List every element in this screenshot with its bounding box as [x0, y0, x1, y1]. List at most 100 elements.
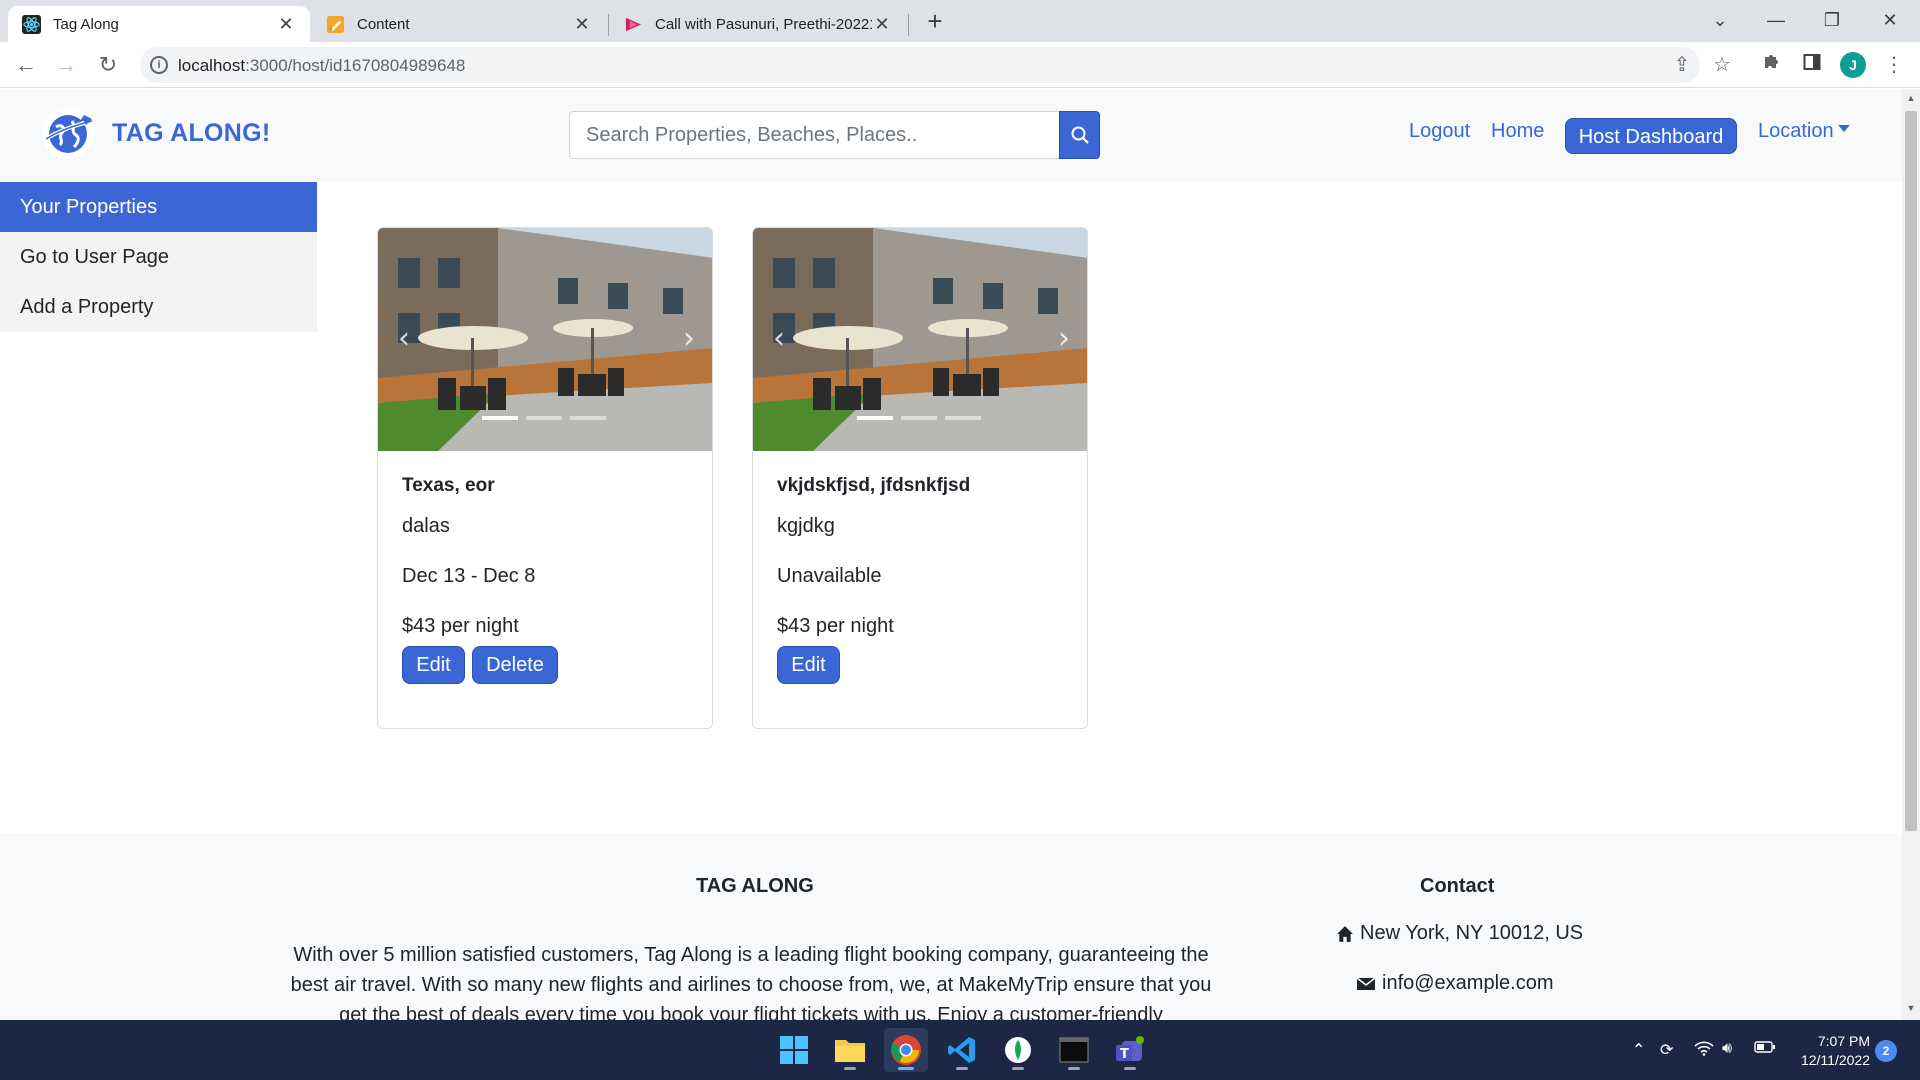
envelope-icon [1356, 976, 1376, 990]
recording-icon [624, 15, 643, 34]
browser-tab-strip: Tag Along ✕ Content ✕ Call with Pasunuri… [0, 0, 1920, 42]
sidebar-item-go-to-user-page[interactable]: Go to User Page [0, 232, 317, 282]
clock-time: 7:07 PM [1817, 1033, 1870, 1049]
globe-plane-logo-icon[interactable] [40, 105, 96, 161]
reload-icon[interactable]: ↻ [94, 51, 122, 79]
tab-divider [908, 14, 909, 36]
bookmark-star-icon[interactable]: ☆ [1708, 51, 1736, 79]
forward-arrow-icon[interactable]: → [52, 51, 80, 79]
svg-text:T: T [1120, 1047, 1129, 1062]
scroll-up-arrow-icon[interactable]: ▲ [1906, 93, 1916, 103]
footer-description: With over 5 million satisfied customers,… [290, 944, 1212, 1020]
file-explorer-icon[interactable] [828, 1028, 872, 1072]
clock-date: 12/11/2022 [1800, 1052, 1870, 1068]
footer-email: info@example.com [1356, 972, 1553, 995]
close-icon[interactable]: ✕ [276, 14, 296, 35]
property-image-carousel: ‹ › [753, 228, 1087, 451]
running-indicator [1012, 1067, 1024, 1070]
side-panel-icon[interactable] [1798, 51, 1826, 79]
browser-tab-call[interactable]: Call with Pasunuri, Preethi-2022121 ✕ [610, 6, 906, 42]
new-tab-plus-icon[interactable]: + [920, 8, 950, 36]
notes-icon [326, 15, 345, 34]
tab-search-chevron-icon[interactable]: ⌄ [1700, 4, 1740, 36]
search-input[interactable] [569, 111, 1060, 159]
url-host: localhost [178, 56, 246, 75]
footer-contact-title: Contact [1420, 875, 1495, 897]
patio-photo: ‹ › [378, 228, 712, 451]
property-city: dalas [402, 515, 450, 537]
tab-title: Content [357, 15, 410, 33]
url-path: :3000/host/id1670804989648 [245, 56, 466, 75]
running-indicator [898, 1067, 914, 1070]
url-text: localhost:3000/host/id1670804989648 [178, 56, 465, 76]
terminal-icon[interactable] [1052, 1028, 1096, 1072]
host-dashboard-link[interactable]: Host Dashboard [1565, 118, 1737, 154]
patio-photo: ‹ › [753, 228, 1087, 451]
location-dropdown[interactable]: Location [1758, 120, 1850, 143]
close-icon[interactable]: ✕ [872, 14, 892, 35]
property-price: $43 per night [777, 615, 894, 637]
search-icon [1071, 126, 1089, 144]
host-sidebar: Your Properties Go to User Page Add a Pr… [0, 182, 317, 332]
property-image-carousel: ‹ › [378, 228, 712, 451]
tray-overflow-chevron-icon[interactable]: ⌃ [1632, 1040, 1645, 1060]
footer-address: New York, NY 10012, US [1336, 922, 1583, 945]
running-indicator [1124, 1067, 1136, 1070]
minimize-icon[interactable]: — [1756, 4, 1796, 36]
property-card: ‹ › vkjdskfjsd, jfdsnkfjsd kgjdkg Unavai… [752, 227, 1088, 729]
brand-name[interactable]: TAG ALONG! [112, 119, 271, 148]
notification-badge[interactable]: 2 [1875, 1040, 1897, 1062]
tab-divider [608, 14, 609, 36]
web-page: TAG ALONG! Logout Home Host Dashboard Lo… [0, 89, 1902, 1020]
vscode-icon[interactable] [940, 1028, 984, 1072]
browser-tab-tag-along[interactable]: Tag Along ✕ [8, 6, 310, 42]
address-bar[interactable]: i localhost:3000/host/id1670804989648 [140, 47, 1700, 83]
logout-link[interactable]: Logout [1409, 120, 1470, 143]
close-icon[interactable]: ✕ [572, 14, 592, 35]
scrollbar-thumb[interactable] [1905, 111, 1917, 831]
running-indicator [956, 1067, 968, 1070]
wifi-icon[interactable] [1694, 1040, 1714, 1061]
sidebar-item-your-properties[interactable]: Your Properties [0, 182, 317, 232]
windows-start-icon[interactable] [772, 1028, 816, 1072]
property-price: $43 per night [402, 615, 519, 637]
caret-down-icon [1837, 125, 1850, 133]
extensions-puzzle-icon[interactable] [1758, 51, 1786, 79]
footer-brand-title: TAG ALONG [696, 875, 814, 897]
svg-text:‹: ‹ [773, 321, 785, 356]
window-close-icon[interactable]: ✕ [1870, 4, 1910, 36]
edit-button[interactable]: Edit [402, 646, 465, 684]
react-icon [22, 14, 41, 34]
teams-icon[interactable]: T [1108, 1028, 1152, 1072]
delete-button[interactable]: Delete [472, 646, 558, 684]
edit-button[interactable]: Edit [777, 646, 840, 684]
volume-icon[interactable]: 🔊︎ [1722, 1040, 1732, 1058]
browser-toolbar: ← → ↻ i localhost:3000/host/id1670804989… [0, 42, 1920, 88]
restore-icon[interactable]: ❐ [1812, 4, 1852, 36]
property-availability: Unavailable [777, 565, 882, 587]
property-availability: Dec 13 - Dec 8 [402, 565, 536, 587]
mongodb-compass-icon[interactable] [996, 1028, 1040, 1072]
running-indicator [844, 1067, 856, 1070]
sidebar-item-add-a-property[interactable]: Add a Property [0, 282, 317, 332]
browser-menu-icon[interactable]: ⋮ [1880, 51, 1908, 79]
share-icon[interactable]: ⇪ [1668, 51, 1696, 79]
tab-title: Call with Pasunuri, Preethi-2022121 [655, 15, 872, 33]
scroll-down-arrow-icon[interactable]: ▼ [1906, 1003, 1916, 1013]
site-info-icon[interactable]: i [150, 56, 168, 74]
home-icon [1337, 925, 1353, 942]
svg-text:‹: ‹ [398, 321, 410, 356]
page-scrollbar[interactable]: ▲ ▼ [1902, 89, 1920, 1020]
battery-icon[interactable] [1754, 1040, 1776, 1059]
tab-title: Tag Along [53, 15, 119, 33]
home-link[interactable]: Home [1491, 120, 1544, 143]
sync-icon[interactable]: ⟳ [1660, 1040, 1673, 1060]
email-text[interactable]: info@example.com [1382, 972, 1553, 995]
search-button[interactable] [1059, 111, 1100, 159]
system-clock[interactable]: 7:07 PM 12/11/2022 [1790, 1032, 1870, 1070]
browser-tab-content[interactable]: Content ✕ [312, 6, 606, 42]
back-arrow-icon[interactable]: ← [12, 51, 40, 79]
profile-avatar[interactable]: J [1840, 52, 1866, 78]
chrome-icon[interactable] [884, 1028, 928, 1072]
location-label: Location [1758, 120, 1834, 142]
